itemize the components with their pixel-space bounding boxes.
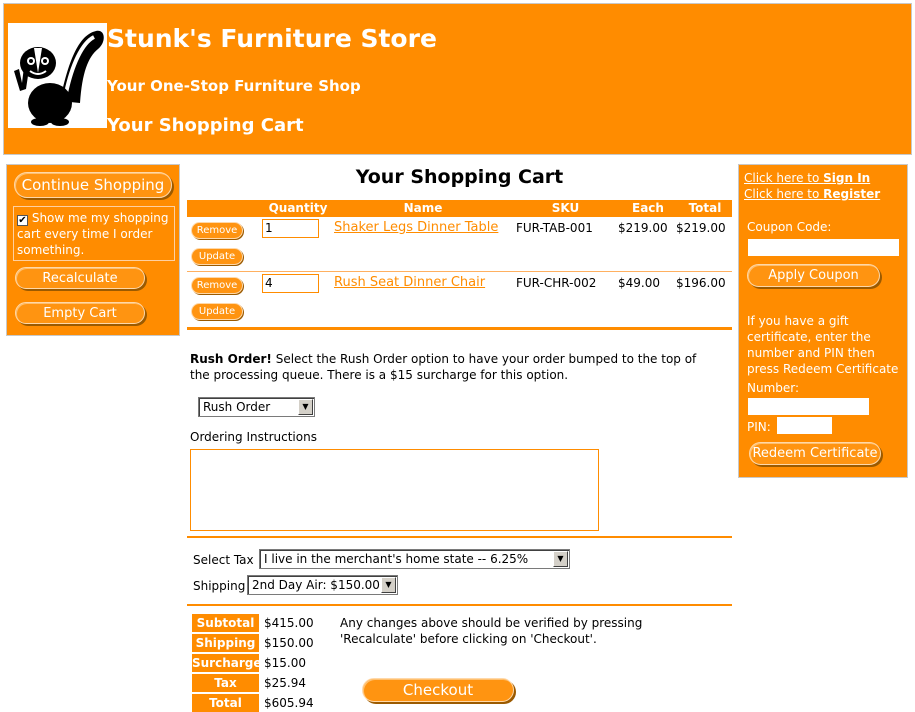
show-cart-checkbox[interactable]: ✔: [17, 215, 28, 226]
grand-total-value: $605.94: [264, 696, 314, 710]
apply-coupon-button[interactable]: Apply Coupon: [747, 264, 880, 287]
register-label: Register: [823, 187, 881, 201]
column-header-each: Each: [618, 200, 678, 217]
tax-total-value: $25.94: [264, 676, 306, 690]
update-button[interactable]: Update: [191, 248, 243, 265]
coupon-code-input[interactable]: [748, 239, 899, 256]
remove-button[interactable]: Remove: [191, 277, 243, 294]
product-link[interactable]: Shaker Legs Dinner Table: [334, 220, 498, 235]
instructions-textarea[interactable]: [190, 449, 599, 531]
grand-total-label: Total: [192, 694, 259, 712]
show-cart-option: ✔ Show me my shopping cart every time I …: [13, 206, 175, 261]
tax-select[interactable]: I live in the merchant's home state -- 6…: [259, 549, 570, 569]
instructions-label: Ordering Instructions: [190, 430, 317, 444]
column-header-actions: [187, 200, 263, 217]
product-sku: FUR-TAB-001: [516, 221, 593, 235]
sign-in-link[interactable]: Click here to Sign In: [744, 171, 870, 185]
product-each-price: $49.00: [618, 276, 660, 290]
right-sidebar: Click here to Sign In Click here to Regi…: [738, 164, 908, 478]
skunk-icon: [14, 30, 104, 126]
update-button[interactable]: Update: [191, 303, 243, 320]
empty-cart-button[interactable]: Empty Cart: [15, 302, 145, 324]
dropdown-arrow-icon: ▼: [381, 577, 396, 593]
column-header-name: Name: [333, 200, 513, 217]
store-header: Stunk's Furniture Store Your One-Stop Fu…: [3, 3, 912, 155]
column-header-quantity: Quantity: [263, 200, 333, 217]
register-link[interactable]: Click here to Register: [744, 187, 880, 201]
shipping-total-value: $150.00: [264, 636, 314, 650]
store-tagline: Your One-Stop Furniture Shop: [107, 77, 361, 95]
rush-order-description: Rush Order! Select the Rush Order option…: [190, 351, 710, 383]
show-cart-label: Show me my shopping cart every time I or…: [17, 211, 169, 257]
sign-in-label: Sign In: [823, 171, 871, 185]
continue-shopping-button[interactable]: Continue Shopping: [14, 172, 172, 198]
cart-title: Your Shopping Cart: [355, 166, 564, 188]
product-sku: FUR-CHR-002: [516, 276, 597, 290]
column-header-total: Total: [678, 200, 732, 217]
section-divider: [187, 327, 732, 330]
register-prefix: Click here to: [744, 187, 824, 201]
certificate-number-input[interactable]: [748, 398, 869, 415]
checkout-button[interactable]: Checkout: [362, 678, 514, 702]
tax-value: I live in the merchant's home state -- 6…: [264, 552, 529, 566]
dropdown-arrow-icon: ▼: [553, 551, 568, 567]
shipping-total-label: Shipping: [192, 634, 259, 652]
skunk-logo: [8, 23, 107, 128]
subtotal-value: $415.00: [264, 616, 314, 630]
subtotal-label: Subtotal: [192, 614, 259, 632]
shipping-label: Shipping: [193, 579, 246, 593]
product-total-price: $219.00: [676, 221, 726, 235]
rush-order-heading: Rush Order!: [190, 352, 272, 366]
certificate-number-label: Number:: [747, 381, 800, 395]
product-link[interactable]: Rush Seat Dinner Chair: [334, 275, 485, 290]
shipping-value: 2nd Day Air: $150.00: [252, 578, 380, 592]
coupon-code-label: Coupon Code:: [747, 220, 832, 234]
column-header-sku: SKU: [513, 200, 618, 217]
recalculate-note: Any changes above should be verified by …: [340, 616, 643, 646]
section-divider: [187, 536, 732, 538]
gift-certificate-instructions: If you have a gift certificate, enter th…: [747, 314, 899, 376]
recalculate-button[interactable]: Recalculate: [15, 267, 145, 289]
rush-order-select[interactable]: Rush Order ▼: [198, 397, 315, 417]
section-divider: [187, 604, 732, 606]
product-each-price: $219.00: [618, 221, 668, 235]
surcharge-label: Surcharge: [192, 654, 262, 672]
remove-button[interactable]: Remove: [191, 222, 243, 239]
product-total-price: $196.00: [676, 276, 726, 290]
left-sidebar: Continue Shopping ✔ Show me my shopping …: [6, 164, 180, 336]
surcharge-value: $15.00: [264, 656, 306, 670]
sign-in-prefix: Click here to: [744, 171, 824, 185]
rush-order-value: Rush Order: [203, 400, 271, 414]
tax-total-label: Tax: [192, 674, 259, 692]
row-divider: [187, 271, 732, 272]
store-title: Stunk's Furniture Store: [107, 24, 437, 53]
shipping-select[interactable]: 2nd Day Air: $150.00 ▼: [247, 575, 398, 595]
tax-label: Select Tax: [193, 553, 254, 567]
redeem-certificate-button[interactable]: Redeem Certificate: [749, 442, 881, 465]
header-subtitle: Your Shopping Cart: [107, 115, 304, 136]
dropdown-arrow-icon: ▼: [298, 399, 313, 415]
quantity-input[interactable]: 1: [262, 219, 319, 238]
quantity-input[interactable]: 4: [262, 274, 319, 293]
pin-label: PIN:: [747, 420, 771, 434]
pin-input[interactable]: [777, 417, 832, 434]
